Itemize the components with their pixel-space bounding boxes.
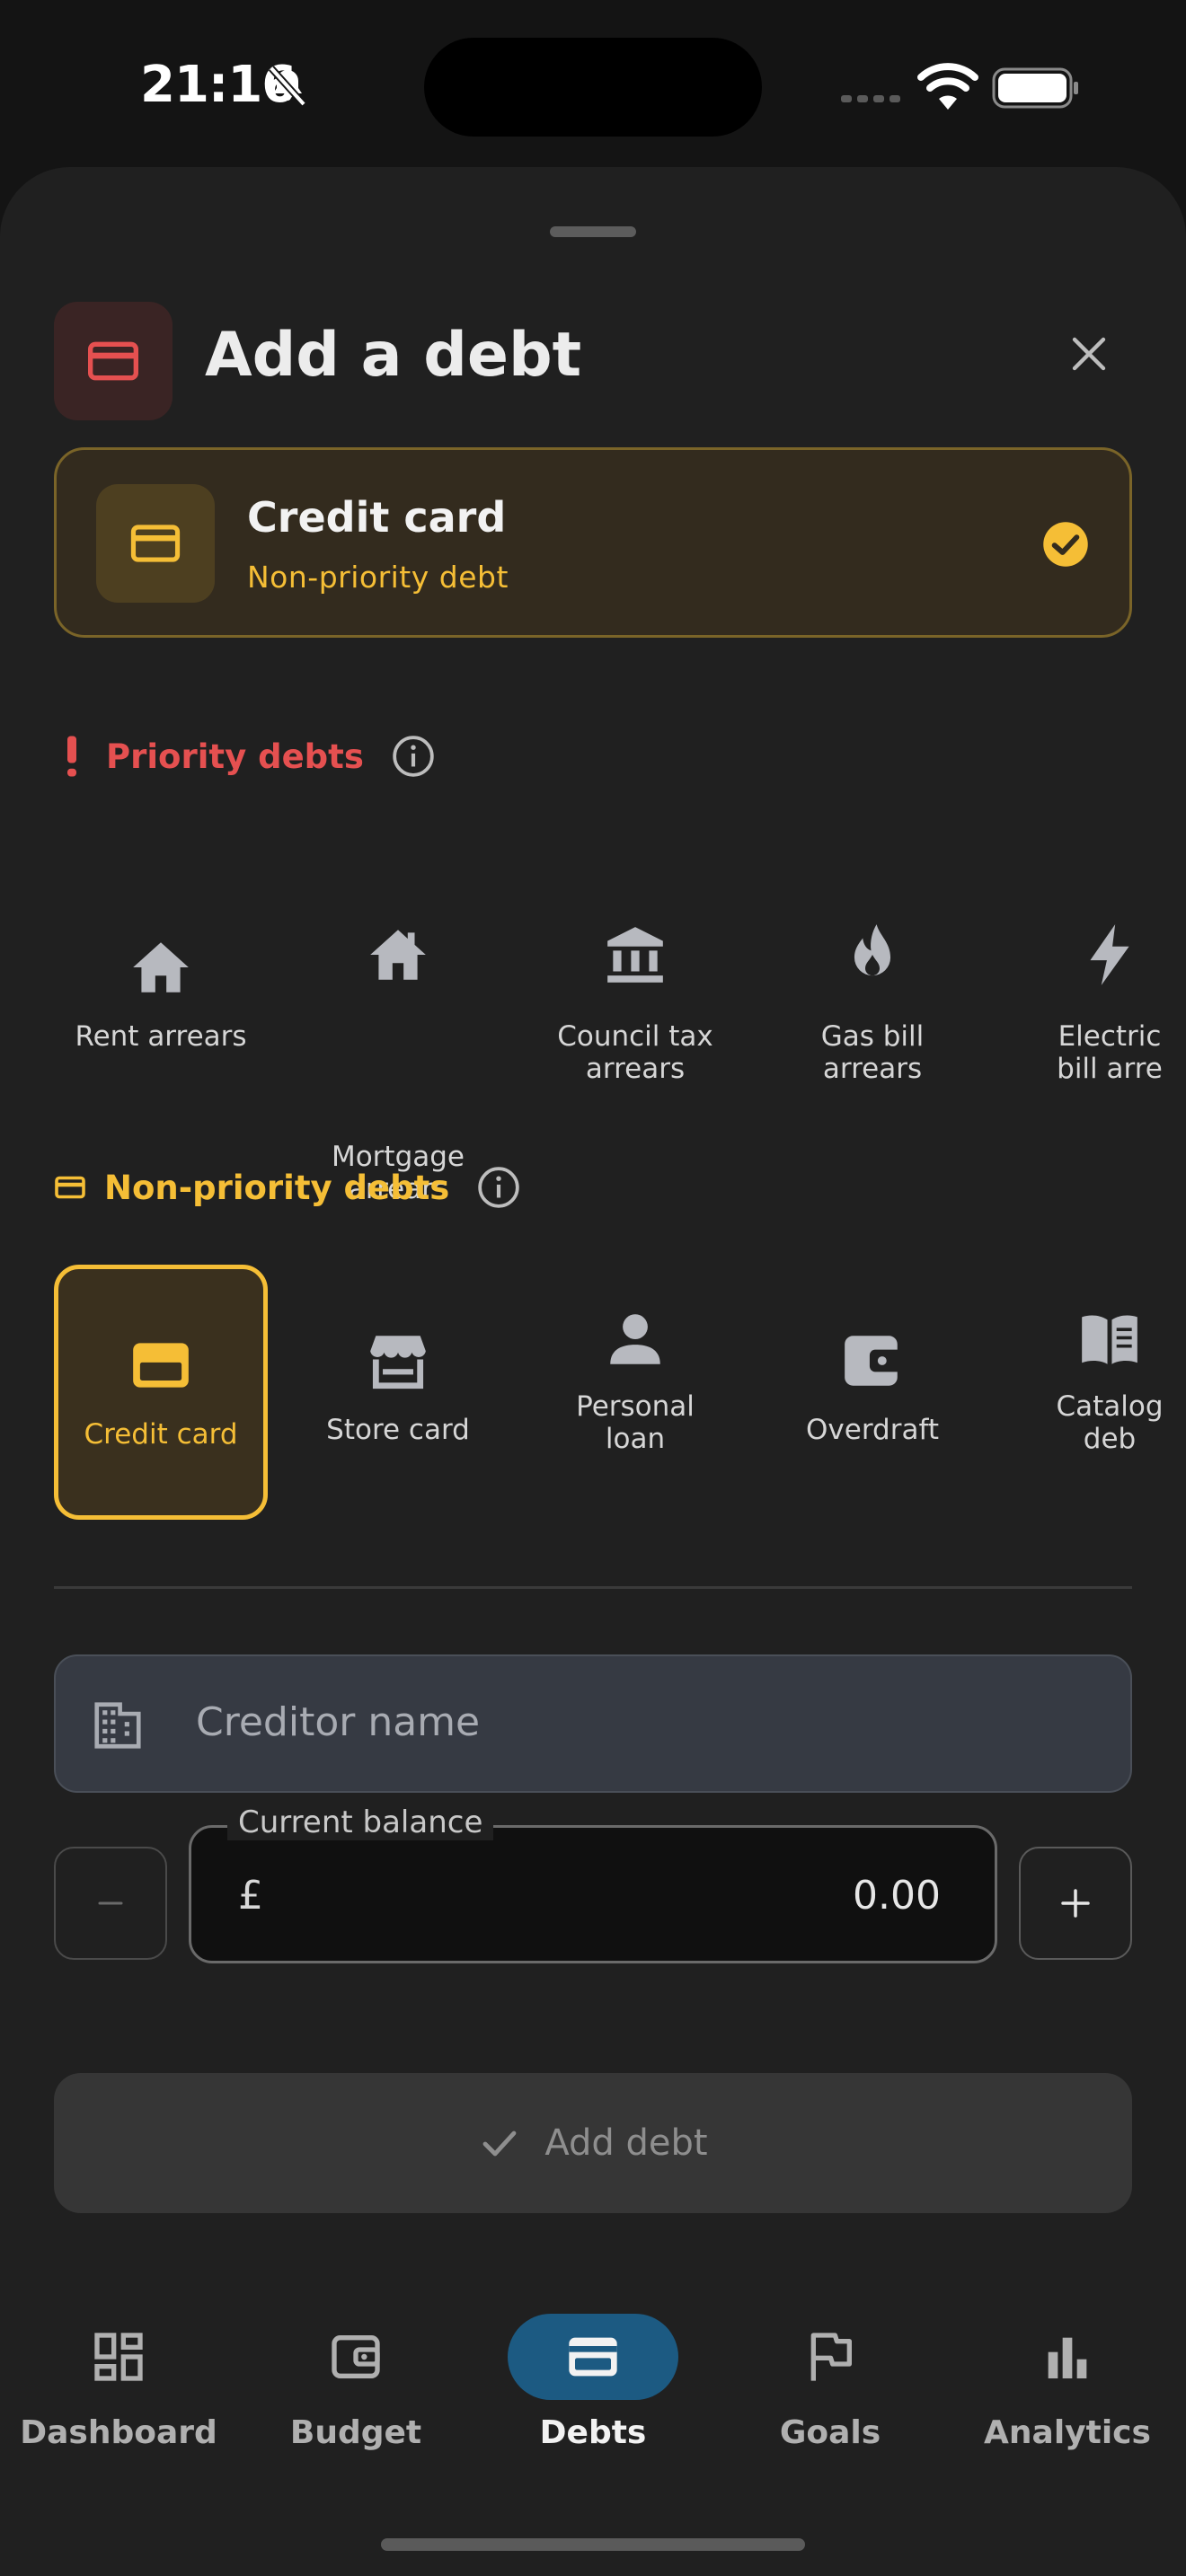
debt-type-overdraft[interactable]: Overdraft <box>766 1265 979 1520</box>
minus-icon <box>98 1901 123 1905</box>
check-circle-icon <box>1043 522 1088 567</box>
increase-balance-button[interactable] <box>1019 1847 1132 1960</box>
nav-dashboard[interactable]: Dashboard <box>11 2290 226 2470</box>
nav-label: Goals <box>779 2414 881 2451</box>
non-priority-debt-types: Credit card Store card Personal loan Ove… <box>0 1265 1186 1534</box>
nav-label: Debts <box>539 2414 647 2451</box>
debt-type-label: Credit card <box>84 1418 238 1451</box>
bell-muted-icon <box>269 66 306 107</box>
nav-analytics-pill <box>982 2314 1153 2400</box>
wallet-icon <box>332 2335 380 2378</box>
add-debt-label: Add debt <box>544 2122 708 2164</box>
nav-debts-pill <box>508 2314 678 2400</box>
bar-chart-icon <box>1048 2337 1087 2378</box>
close-button[interactable] <box>1060 325 1118 383</box>
credit-card-icon <box>88 341 138 381</box>
credit-card-icon <box>55 1176 85 1199</box>
battery-icon <box>992 67 1078 109</box>
nav-label: Dashboard <box>20 2414 217 2451</box>
plus-icon <box>1061 1889 1090 1918</box>
wifi-icon <box>917 63 978 110</box>
nav-goals-pill <box>745 2314 916 2400</box>
home-indicator <box>381 2538 805 2551</box>
house-chimney-icon <box>370 930 426 980</box>
credit-card-icon <box>569 2337 617 2377</box>
debt-type-label: Rent arrears <box>75 1020 247 1053</box>
dynamic-island <box>424 38 762 137</box>
nav-analytics[interactable]: Analytics <box>960 2290 1175 2470</box>
debt-type-label: Electric bill arre <box>1057 1020 1163 1085</box>
person-icon <box>610 1314 660 1364</box>
selected-debt-title: Credit card <box>247 493 507 542</box>
debt-type-gas-bill-arrears[interactable]: Gas bill arrears <box>766 880 979 1135</box>
book-icon <box>1082 1315 1137 1364</box>
info-icon[interactable] <box>391 734 436 779</box>
debt-type-label: Council tax arrears <box>557 1020 713 1085</box>
nav-dashboard-pill <box>33 2314 204 2400</box>
bottom-navigation: Dashboard Budget Debts Goals Analytics <box>0 2281 1186 2576</box>
wallet-icon <box>845 1336 903 1386</box>
page-title: Add a debt <box>205 320 582 391</box>
info-icon[interactable] <box>476 1165 521 1210</box>
status-bar: 21:16 <box>0 0 1186 171</box>
nav-budget-pill <box>270 2314 441 2400</box>
selected-debt-icon-box <box>96 484 215 603</box>
decrease-balance-button[interactable] <box>54 1847 167 1960</box>
debt-type-electric-bill-arrears[interactable]: Electric bill arre <box>1003 880 1186 1135</box>
debt-type-council-tax-arrears[interactable]: Council tax arrears <box>528 880 742 1135</box>
debt-type-label: Catalog deb <box>1056 1390 1164 1455</box>
non-priority-section-title: Non-priority debts <box>104 1168 450 1207</box>
debt-type-store-card[interactable]: Store card <box>291 1265 505 1520</box>
home-icon <box>133 942 189 992</box>
nav-goals[interactable]: Goals <box>722 2290 938 2470</box>
creditor-name-input[interactable]: Creditor name <box>54 1654 1132 1793</box>
non-priority-section-header: Non-priority debts <box>54 1160 521 1214</box>
current-balance-input[interactable]: Current balance £ 0.00 <box>189 1804 997 1963</box>
nav-label: Budget <box>289 2414 422 2451</box>
debt-type-label: Gas bill arrears <box>820 1020 925 1085</box>
current-balance-value: 0.00 <box>853 1873 941 1919</box>
flame-icon <box>854 924 891 976</box>
current-balance-label: Current balance <box>227 1804 494 1840</box>
bank-icon <box>607 927 663 983</box>
header-badge <box>54 302 173 420</box>
creditor-name-placeholder: Creditor name <box>196 1699 481 1745</box>
store-icon <box>370 1336 426 1389</box>
check-icon <box>482 2130 517 2157</box>
selected-debt-card[interactable]: Credit card Non-priority debt <box>54 447 1132 638</box>
currency-symbol: £ <box>238 1873 263 1919</box>
nav-budget[interactable]: Budget <box>248 2290 464 2470</box>
drag-handle[interactable] <box>550 226 636 237</box>
credit-card-icon <box>133 1343 189 1388</box>
divider <box>54 1586 1132 1589</box>
priority-section-title: Priority debts <box>106 737 364 776</box>
dashboard-icon <box>94 2333 143 2381</box>
priority-debt-types: Rent arrears Mortgage arrears Council ta… <box>0 880 1186 1205</box>
priority-section-header: Priority debts <box>54 729 436 783</box>
building-icon <box>94 1702 141 1749</box>
debt-type-catalogue-debt[interactable]: Catalog deb <box>1003 1265 1186 1520</box>
debt-type-credit-card[interactable]: Credit card <box>54 1265 268 1520</box>
flag-icon <box>810 2333 852 2381</box>
nav-debts[interactable]: Debts <box>485 2290 701 2470</box>
add-debt-button[interactable]: Add debt <box>54 2073 1132 2213</box>
bolt-icon <box>1090 924 1129 985</box>
debt-type-personal-loan[interactable]: Personal loan <box>528 1265 742 1520</box>
exclamation-icon <box>67 736 76 777</box>
debt-type-mortgage-arrears[interactable]: Mortgage arrears <box>291 880 505 1205</box>
add-debt-sheet: Add a debt Credit card Non-priority debt… <box>0 167 1186 2576</box>
close-icon <box>1072 337 1106 371</box>
selected-debt-subtitle: Non-priority debt <box>247 560 509 595</box>
debt-type-label: Overdraft <box>806 1414 939 1446</box>
debt-type-label: Store card <box>326 1414 470 1446</box>
cellular-signal-icon <box>841 95 900 102</box>
credit-card-icon <box>130 525 181 562</box>
nav-label: Analytics <box>984 2414 1151 2451</box>
debt-type-rent-arrears[interactable]: Rent arrears <box>54 880 268 1135</box>
debt-type-label: Personal loan <box>576 1390 695 1455</box>
